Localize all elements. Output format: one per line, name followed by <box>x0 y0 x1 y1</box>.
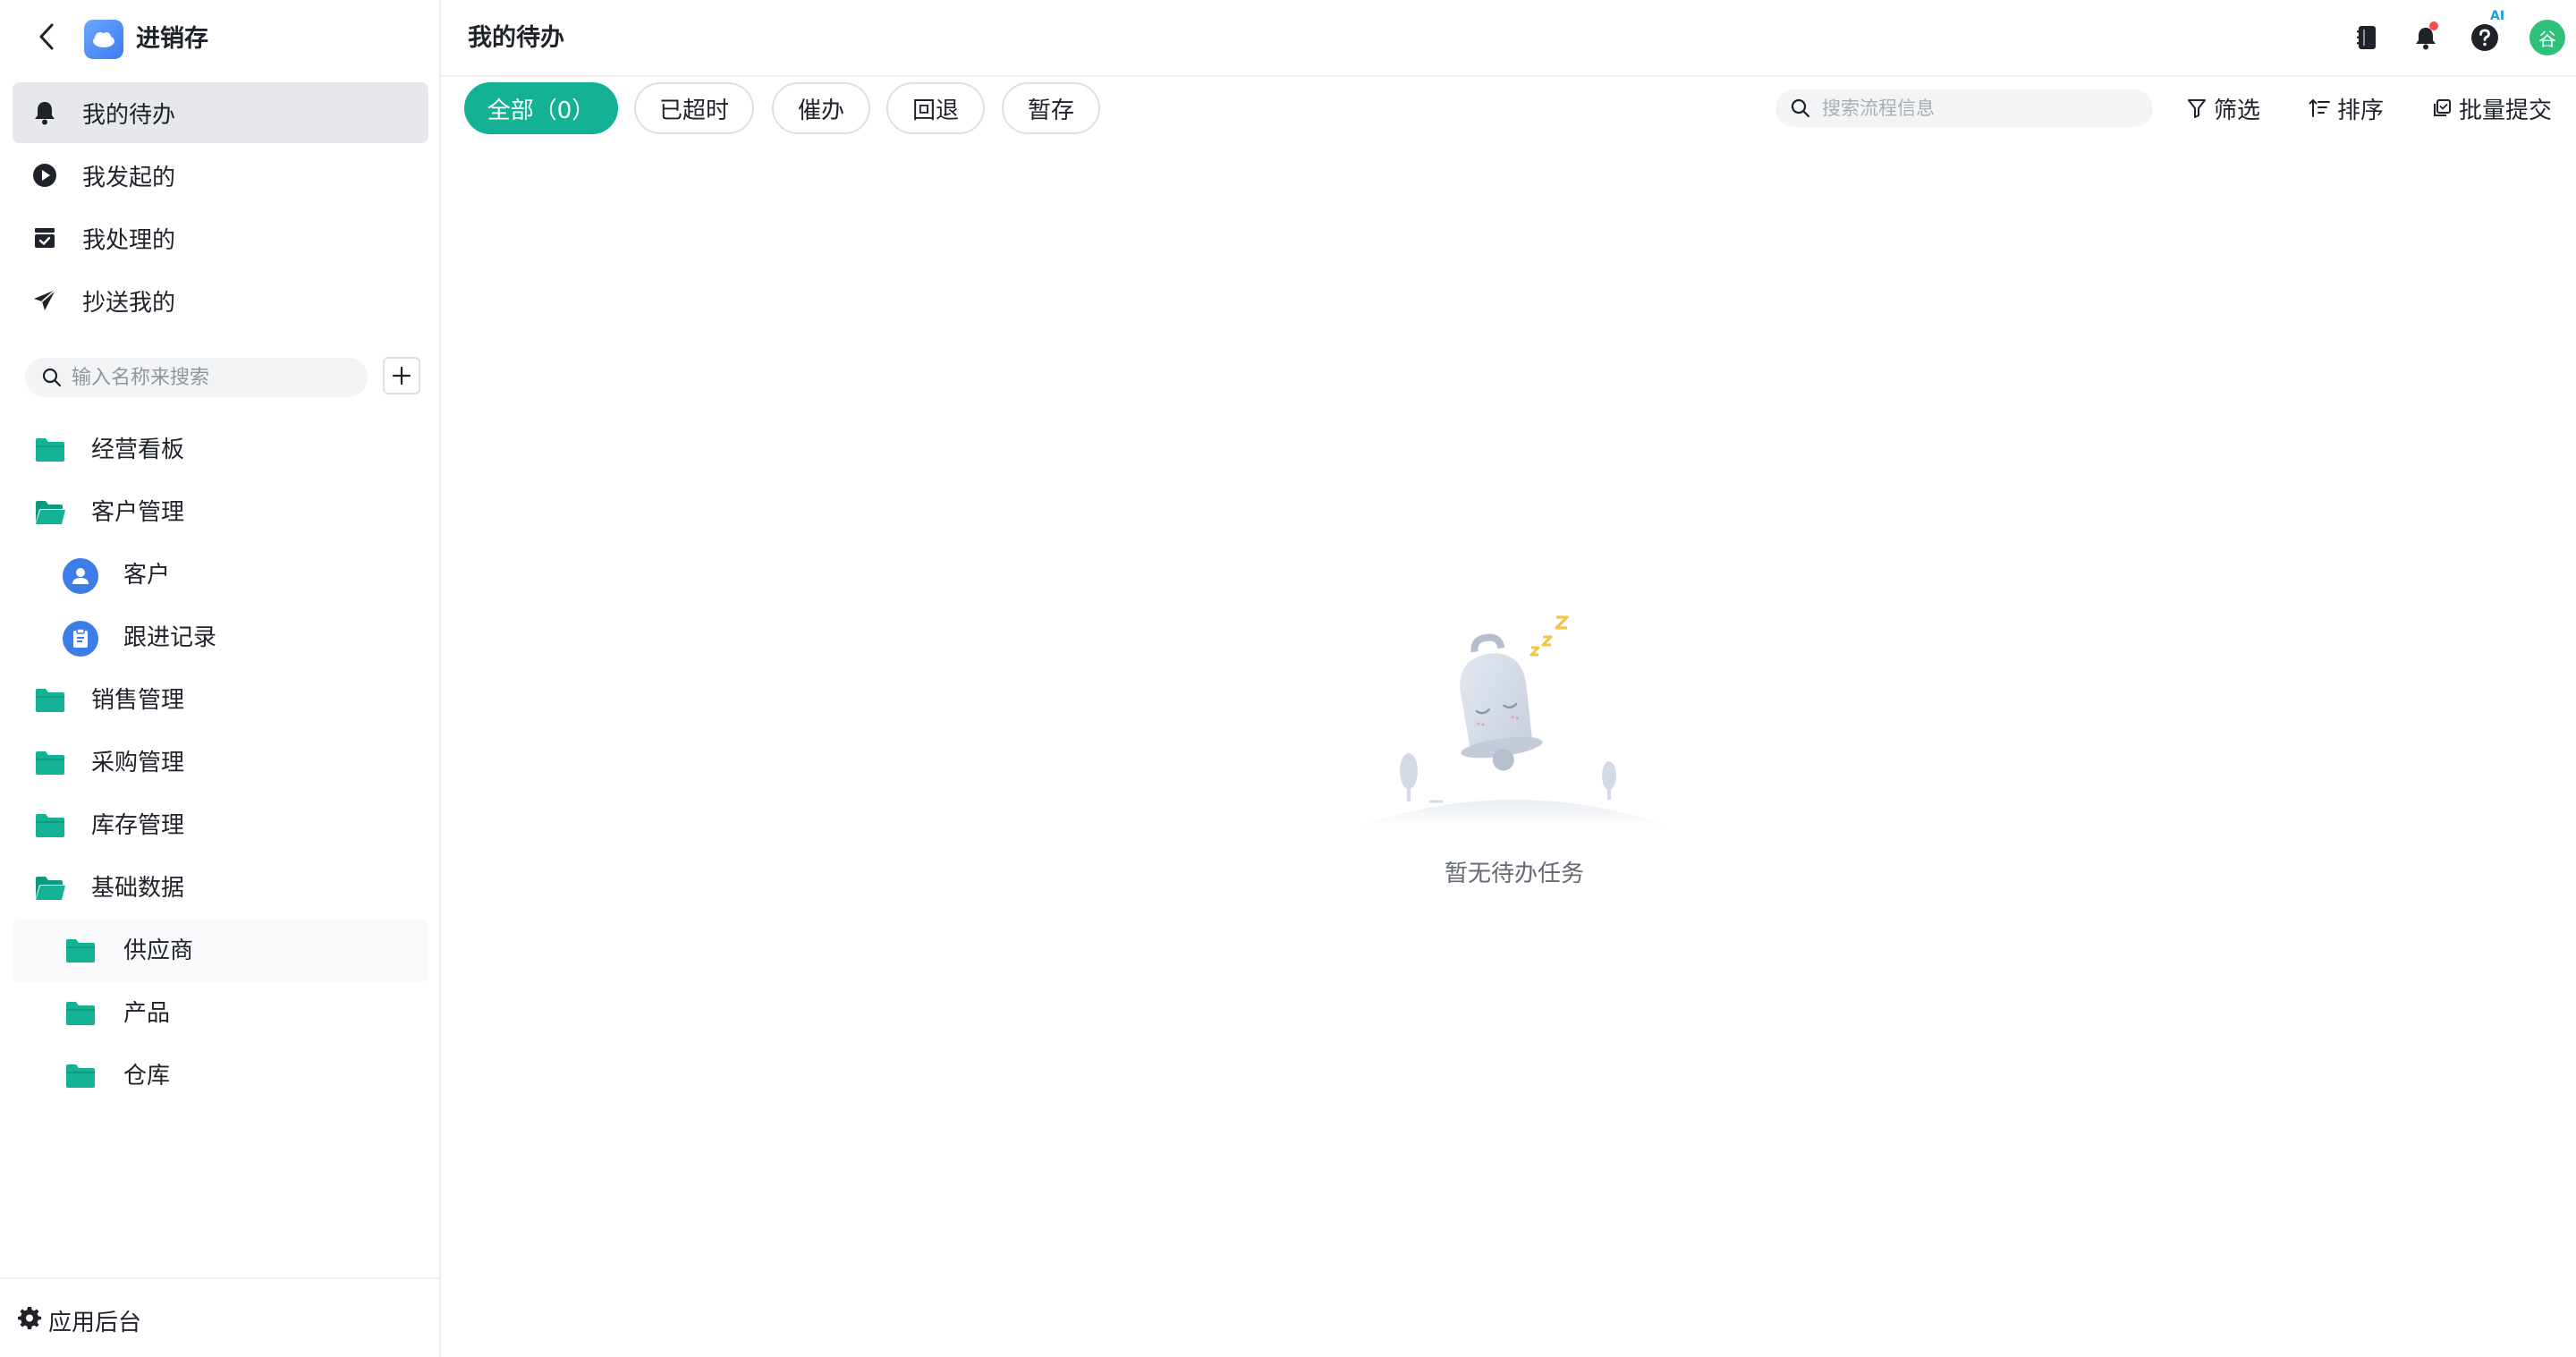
filter-button-label: 筛选 <box>2214 97 2261 124</box>
process-search-input[interactable] <box>1822 94 2144 123</box>
page-title: 我的待办 <box>468 24 564 52</box>
folder-open-icon <box>36 877 65 900</box>
search-icon <box>1791 98 1810 118</box>
nav-item-label: 我发起的 <box>82 164 176 191</box>
filter-chip-returned[interactable]: 回退 <box>886 82 985 134</box>
sort-button-label: 排序 <box>2337 97 2385 124</box>
filter-button[interactable]: 筛选 <box>2187 91 2260 125</box>
tree-item-label: 销售管理 <box>91 687 185 714</box>
search-icon <box>42 368 62 387</box>
filter-bar: 全部（0） 已超时 催办 回退 暂存 筛选 排序 批量提交 <box>441 79 2576 138</box>
tree-item-product[interactable]: 产品 <box>13 982 428 1045</box>
sleeping-bell-illustration <box>1358 615 1671 827</box>
tree-item-supplier[interactable]: 供应商 <box>13 920 428 982</box>
filter-chip-urge[interactable]: 催办 <box>772 82 870 134</box>
chevron-left-icon <box>39 23 54 50</box>
inbox-check-icon <box>32 225 57 250</box>
tree-item-warehouse[interactable]: 仓库 <box>13 1045 428 1107</box>
tree-item-label: 客户 <box>123 562 171 589</box>
paper-plane-icon <box>32 288 57 313</box>
notebook-icon[interactable] <box>2351 21 2383 54</box>
sidebar-nav: 我的待办 我发起的 我处理的 抄送我的 <box>13 82 428 333</box>
tree-item-base-data[interactable]: 基础数据 <box>13 857 428 920</box>
folder-open-icon <box>36 501 65 524</box>
clipboard-circle-icon <box>63 621 98 657</box>
nav-item-processed[interactable]: 我处理的 <box>13 208 428 268</box>
tree-item-label: 跟进记录 <box>123 624 217 651</box>
tree-item-customer-mgmt[interactable]: 客户管理 <box>13 481 428 544</box>
batch-submit-label: 批量提交 <box>2459 97 2553 124</box>
folder-icon <box>36 751 64 775</box>
ai-badge: AI <box>2490 9 2505 23</box>
sidebar-header: 进销存 <box>0 0 439 77</box>
avatar[interactable]: 谷 <box>2529 20 2565 55</box>
tree-item-purchase-mgmt[interactable]: 采购管理 <box>13 732 428 794</box>
bell-icon <box>32 100 57 125</box>
nav-item-initiated[interactable]: 我发起的 <box>13 145 428 206</box>
batch-submit-button[interactable]: 批量提交 <box>2432 91 2552 125</box>
batch-copy-icon <box>2434 99 2451 116</box>
folder-icon <box>36 814 64 837</box>
plus-icon <box>392 366 411 386</box>
folder-icon <box>36 438 64 462</box>
tree-item-label: 经营看板 <box>91 437 185 463</box>
tree-item-inventory-mgmt[interactable]: 库存管理 <box>13 794 428 857</box>
erp-cloud-icon <box>93 32 114 47</box>
gear-icon <box>18 1307 41 1329</box>
tree-item-label: 客户管理 <box>91 499 185 526</box>
tree-item-label: 库存管理 <box>91 812 185 839</box>
nav-item-cc[interactable]: 抄送我的 <box>13 270 428 331</box>
empty-state: 暂无待办任务 <box>1349 603 1680 898</box>
nav-item-label: 我的待办 <box>82 101 176 129</box>
tree-item-label: 采购管理 <box>91 750 185 776</box>
app-window: 进销存 我的待办 我发起的 我处理的 抄送我的 输入名称来搜索 经营看板 客户管… <box>0 0 2576 1357</box>
tree-item-dashboard[interactable]: 经营看板 <box>13 419 428 481</box>
add-button[interactable] <box>383 357 420 394</box>
tree-item-label: 仓库 <box>123 1063 171 1090</box>
sidebar-search <box>25 358 368 397</box>
nav-item-my-todo[interactable]: 我的待办 <box>13 82 428 143</box>
process-search <box>1775 89 2153 127</box>
unread-dot <box>2429 21 2438 30</box>
play-circle-icon <box>32 163 57 188</box>
funnel-icon <box>2188 99 2206 118</box>
app-logo <box>84 20 123 59</box>
back-button[interactable] <box>32 20 61 54</box>
folder-icon <box>36 689 64 712</box>
app-tree: 经营看板 客户管理 客户 跟进记录 销售管理 采购管理 库存管理 基础数据 供应… <box>13 419 428 1107</box>
tree-item-customer[interactable]: 客户 <box>13 544 428 606</box>
app-title: 进销存 <box>136 25 208 53</box>
sidebar: 进销存 我的待办 我发起的 我处理的 抄送我的 输入名称来搜索 经营看板 客户管… <box>0 0 441 1357</box>
tree-item-sales-mgmt[interactable]: 销售管理 <box>13 669 428 732</box>
nav-item-label: 我处理的 <box>82 226 176 254</box>
sidebar-search-input[interactable] <box>72 363 358 392</box>
app-admin-link[interactable]: 应用后台 <box>48 1304 141 1337</box>
notification-bell-icon[interactable] <box>2410 21 2442 54</box>
user-circle-icon <box>63 558 98 594</box>
sort-icon <box>2309 98 2330 117</box>
filter-chip-draft[interactable]: 暂存 <box>1002 82 1100 134</box>
empty-state-text: 暂无待办任务 <box>1444 861 1584 887</box>
filter-chip-all[interactable]: 全部（0） <box>464 82 618 134</box>
help-icon[interactable]: AI <box>2469 9 2504 54</box>
main-content: 我的待办 AI 谷 全部（0） 已超时 催办 回退 暂存 搜索流程信息 筛选 排… <box>441 0 2576 1357</box>
tree-item-label: 产品 <box>123 1000 171 1027</box>
topbar: 我的待办 AI 谷 <box>441 0 2576 77</box>
sidebar-footer: 应用后台 <box>0 1277 439 1357</box>
folder-icon <box>66 939 95 963</box>
topbar-actions: AI 谷 <box>2308 9 2576 59</box>
tree-item-label: 基础数据 <box>91 875 185 902</box>
sort-button[interactable]: 排序 <box>2309 91 2384 125</box>
folder-icon <box>66 1064 95 1088</box>
tree-item-follow-up[interactable]: 跟进记录 <box>13 606 428 669</box>
filter-chip-overdue[interactable]: 已超时 <box>634 82 754 134</box>
folder-icon <box>66 1002 95 1025</box>
tree-item-label: 供应商 <box>123 937 194 964</box>
nav-item-label: 抄送我的 <box>82 289 176 317</box>
